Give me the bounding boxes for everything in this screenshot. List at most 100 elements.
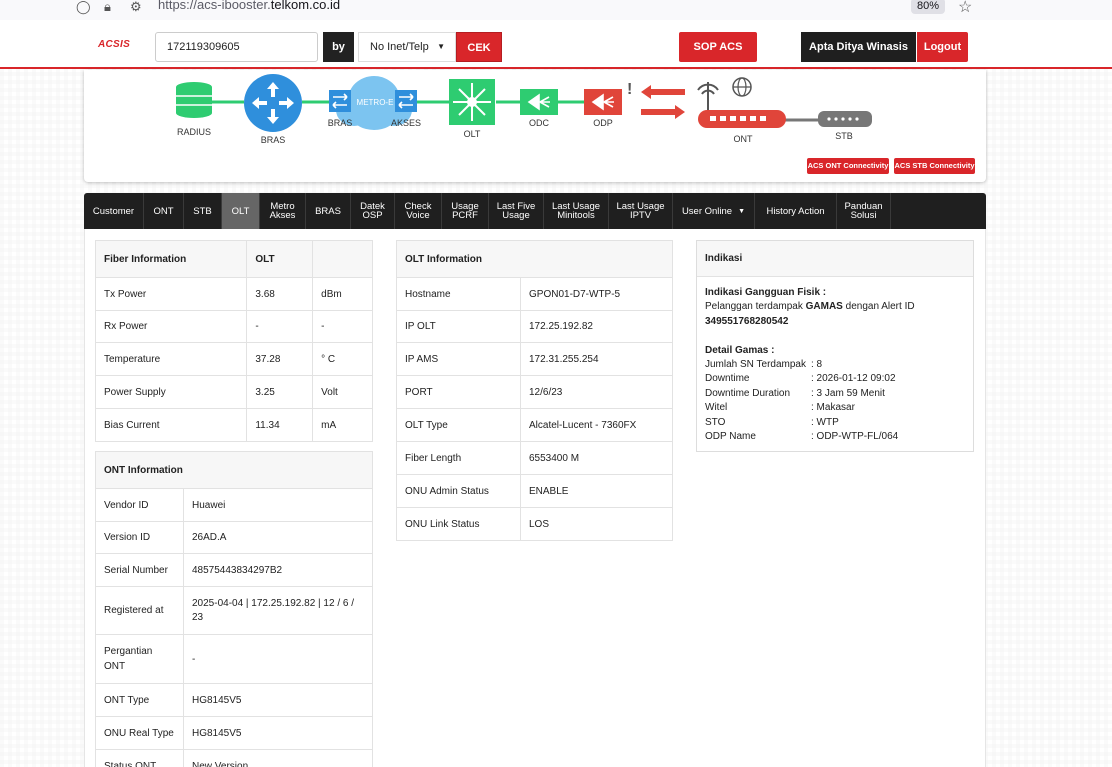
tab-label: History Action	[766, 205, 825, 217]
tab-stb[interactable]: STB	[184, 193, 222, 229]
tab-last-usage-minitools[interactable]: Last Usage Minitools	[544, 193, 609, 229]
row-label: Pergantian ONT	[95, 634, 184, 684]
row-label: ONU Link Status	[396, 507, 521, 541]
table-row: IP OLT 172.25.192.82	[396, 310, 673, 343]
tab-datek-osp[interactable]: Datek OSP	[351, 193, 395, 229]
tab-bras[interactable]: BRAS	[306, 193, 351, 229]
ont-label: ONT	[733, 134, 753, 144]
tab-last-usage-iptv[interactable]: Last Usage IPTV	[609, 193, 673, 229]
tab-label-line2: OSP	[362, 210, 383, 221]
odc-label: ODC	[529, 118, 549, 128]
search-type-value: No Inet/Telp	[370, 41, 429, 53]
indikasi-gamas-text: Pelanggan terdampak GAMAS dengan Alert I…	[705, 300, 915, 315]
tab-label-line2: PCRF	[452, 210, 478, 221]
row-label: Tx Power	[94, 277, 248, 311]
indikasi-panel: Indikasi Indikasi Gangguan Fisik : Pelan…	[696, 240, 974, 452]
row-unit: mA	[312, 408, 373, 442]
row-value: 37.28	[246, 342, 314, 376]
table-row: Serial Number 48575443834297B2	[95, 553, 373, 587]
fiber-header-olt: OLT	[246, 240, 314, 278]
url-text[interactable]: https://acs-ibooster.telkom.co.id	[158, 0, 340, 12]
acs-stb-connectivity-button[interactable]: ACS STB Connectivity	[894, 158, 975, 174]
detail-label: Downtime Duration	[705, 388, 791, 399]
permissions-icon[interactable]: ⚙	[130, 0, 142, 13]
acs-ont-connectivity-button[interactable]: ACS ONT Connectivity	[807, 158, 889, 174]
tab-olt[interactable]: OLT	[222, 193, 260, 229]
tab-check-voice[interactable]: Check Voice	[395, 193, 442, 229]
tab-last-five-usage[interactable]: Last Five Usage	[489, 193, 544, 229]
sop-acs-button[interactable]: SOP ACS	[679, 32, 757, 62]
topology-panel: ! RADIUS BRAS BRAS METRO-E AKSES OLT ODC…	[84, 70, 986, 182]
row-value: -	[183, 634, 373, 684]
row-label: ONU Real Type	[95, 716, 184, 750]
tab-ont[interactable]: ONT	[144, 193, 184, 229]
tab-customer[interactable]: Customer	[84, 193, 144, 229]
table-header-row: OLT Information	[396, 240, 673, 278]
warning-icon: !	[627, 81, 632, 98]
row-label: IP OLT	[396, 310, 521, 343]
table-header-row: Fiber Information OLT	[94, 240, 373, 278]
row-unit: Volt	[312, 375, 373, 409]
stb-icon	[818, 111, 872, 127]
tab-metro-akses[interactable]: Metro Akses	[260, 193, 306, 229]
by-label: by	[323, 32, 354, 62]
row-unit: dBm	[312, 277, 373, 311]
search-type-select[interactable]: No Inet/Telp ▼	[358, 32, 456, 62]
user-name-button[interactable]: Apta Ditya Winasis	[801, 32, 916, 62]
shield-icon[interactable]: ◯	[76, 0, 91, 13]
indikasi-header: Indikasi	[697, 241, 973, 277]
detail-value: : 2026-01-12 09:02	[811, 373, 896, 384]
caret-down-icon: ▼	[738, 207, 746, 215]
table-row: Version ID 26AD.A	[95, 521, 373, 554]
tab-panduan-solusi[interactable]: Panduan Solusi	[837, 193, 891, 229]
browser-url-bar: ◯ 🔒︎ ⚙ https://acs-ibooster.telkom.co.id…	[0, 0, 1112, 20]
row-value: 12/6/23	[520, 375, 673, 409]
olt-header-title: OLT Information	[396, 240, 673, 278]
row-value: HG8145V5	[183, 716, 373, 750]
tab-user-online[interactable]: User Online ▼	[673, 193, 755, 229]
row-value: 3.68	[246, 277, 314, 311]
bookmark-star-icon[interactable]: ☆	[958, 0, 972, 17]
cek-button[interactable]: CEK	[456, 32, 502, 62]
stb-label: STB	[835, 131, 853, 141]
tab-usage-pcrf[interactable]: Usage PCRF	[442, 193, 489, 229]
row-value: 6553400 M	[520, 441, 673, 475]
search-input[interactable]	[155, 32, 318, 62]
row-value: 172.31.255.254	[520, 342, 673, 376]
row-label: Vendor ID	[95, 488, 184, 522]
row-value: LOS	[520, 507, 673, 541]
lock-icon[interactable]: 🔒︎	[104, 0, 111, 13]
row-value: 2025-04-04 | 172.25.192.82 | 12 / 6 / 23	[183, 586, 373, 635]
tab-history-action[interactable]: History Action	[755, 193, 837, 229]
zoom-level[interactable]: 80%	[911, 0, 945, 14]
tab-label-line2: IPTV	[629, 210, 652, 221]
app-header: ACSIS by No Inet/Telp ▼ CEK SOP ACS Apta…	[0, 20, 1112, 69]
bras-router-icon	[244, 74, 302, 132]
row-label: OLT Type	[396, 408, 521, 442]
fiber-header-unit	[312, 240, 373, 278]
row-label: Version ID	[95, 521, 184, 554]
odc-icon	[520, 89, 558, 115]
detail-label: Downtime	[705, 373, 750, 384]
metro-label: METRO-E	[356, 98, 394, 107]
caret-down-icon: ▼	[437, 42, 445, 51]
detail-label: STO	[705, 417, 726, 428]
table-row: IP AMS 172.31.255.254	[396, 342, 673, 376]
row-value: -	[246, 310, 314, 343]
row-label: Temperature	[94, 342, 248, 376]
table-row: Fiber Length 6553400 M	[396, 441, 673, 475]
row-label: Rx Power	[94, 310, 248, 343]
fiber-information-table: Fiber Information OLT Tx Power 3.68 dBm Rx…	[94, 240, 373, 442]
ont-information-table: ONT Information Vendor ID Huawei Version …	[95, 451, 373, 767]
fiber-header-title: Fiber Information	[94, 240, 248, 278]
tab-bar: Customer ONT STB OLT Metro Akses BRAS Dat…	[84, 193, 986, 229]
row-label: Power Supply	[94, 375, 248, 409]
row-value: HG8145V5	[183, 683, 373, 717]
logout-button[interactable]: Logout	[917, 32, 968, 62]
table-row: Tx Power 3.68 dBm	[94, 277, 373, 311]
detail-label: Jumlah SN Terdampak	[705, 359, 806, 370]
detail-value: : 8	[811, 359, 823, 370]
tab-label-line2: Voice	[406, 210, 430, 221]
row-value: 3.25	[246, 375, 314, 409]
app-logo[interactable]: ACSIS	[98, 39, 130, 50]
